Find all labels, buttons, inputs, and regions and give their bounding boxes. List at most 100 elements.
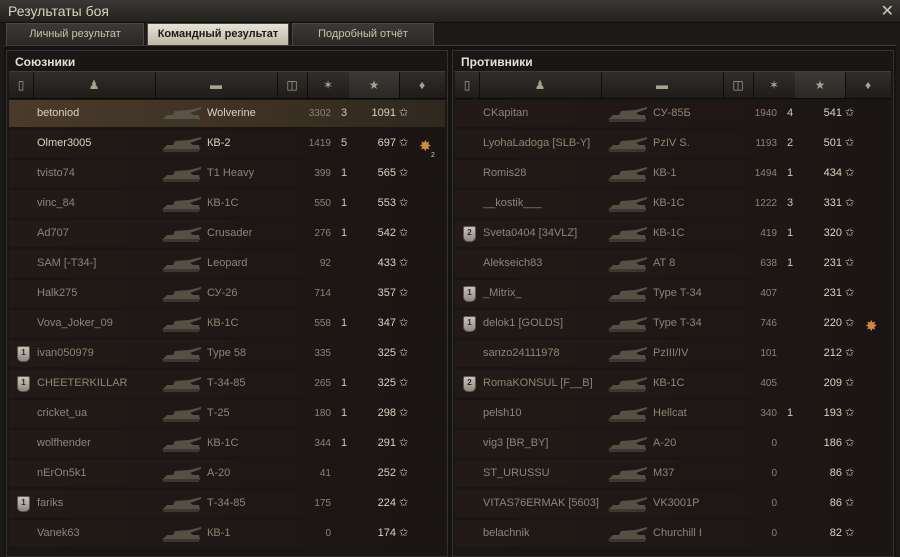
achievement-slot — [417, 100, 439, 127]
player-name: sanzo24111978 — [483, 347, 560, 359]
achievement-slot — [417, 460, 439, 487]
player-name: _Mitrix_ — [483, 287, 522, 299]
star-icon: ✩ — [845, 107, 855, 119]
player-row[interactable]: cricket_ua Т-25 180 1 298 ✩ — [9, 400, 445, 427]
medal-badge — [463, 250, 477, 277]
player-row[interactable]: belachnik Churchill I 0 82 ✩ — [455, 520, 891, 547]
medal-column-icon[interactable]: ▯ — [455, 72, 480, 98]
player-row[interactable]: Romis28 КВ-1 1494 1 434 ✩ — [455, 160, 891, 187]
xp-value: 186 — [823, 437, 842, 449]
achievement-icon[interactable]: ✸ — [419, 133, 432, 157]
player-row[interactable]: wolfhender КВ-1С 344 1 291 ✩ — [9, 430, 445, 457]
star-icon: ✩ — [399, 137, 409, 149]
star-icon: ✩ — [399, 527, 409, 539]
player-row[interactable]: 2 Sveta0404 [34VLZ] КВ-1С 419 1 320 ✩ — [455, 220, 891, 247]
medal-column-icon[interactable]: ▯ — [9, 72, 34, 98]
player-name: wolfhender — [37, 437, 91, 449]
player-name: vig3 [BR_BY] — [483, 437, 549, 449]
achievement-column-icon[interactable]: ♦ — [399, 72, 445, 98]
player-row[interactable]: Halk275 СУ-26 714 357 ✩ — [9, 280, 445, 307]
kills-value — [780, 280, 800, 307]
xp-value: 434 — [823, 167, 842, 179]
class-badge-icon: 2 — [463, 376, 476, 392]
player-row[interactable]: 1 ivan050979 Type 58 335 325 ✩ — [9, 340, 445, 367]
player-name: tvisto74 — [37, 167, 75, 179]
xp-value: 565 — [377, 167, 396, 179]
vehicle-column-icon[interactable]: ▬ — [601, 72, 724, 98]
medal-badge — [463, 520, 477, 547]
player-name: pelsh10 — [483, 407, 522, 419]
player-row[interactable]: sanzo24111978 PzIII/IV 101 212 ✩ — [455, 340, 891, 367]
medal-badge — [463, 400, 477, 427]
close-icon[interactable]: ✕ — [881, 1, 894, 21]
player-row[interactable]: 1 fariks Т-34-85 175 224 ✩ — [9, 490, 445, 517]
player-row[interactable]: 1 delok1 [GOLDS] Type T-34 746 220 ✩ ✸ — [455, 310, 891, 337]
player-row[interactable]: Ad707 Crusader 276 1 542 ✩ — [9, 220, 445, 247]
tab-detailed[interactable]: Подробный отчёт — [292, 23, 434, 45]
xp-value: 224 — [377, 497, 396, 509]
tank-icon — [159, 130, 205, 157]
player-row[interactable]: Alekseich83 AT 8 638 1 231 ✩ — [455, 250, 891, 277]
achievement-slot — [863, 280, 885, 307]
damage-value: 0 — [771, 528, 777, 539]
xp-column-star-icon[interactable]: ★ — [795, 72, 846, 98]
player-row[interactable]: pelsh10 Hellcat 340 1 193 ✩ — [455, 400, 891, 427]
player-name: LyohaLadoga [SLB-Y] — [483, 137, 591, 149]
player-row[interactable]: SAM [-T34-] Leopard 92 433 ✩ — [9, 250, 445, 277]
player-row[interactable]: Vanek63 КВ-1 0 174 ✩ — [9, 520, 445, 547]
achievement-icon[interactable]: ✸ — [865, 313, 878, 337]
achievement-column-icon[interactable]: ♦ — [845, 72, 891, 98]
kills-column-icon[interactable]: ✶ — [307, 72, 350, 98]
player-row[interactable]: 1 _Mitrix_ Type T-34 407 231 ✩ — [455, 280, 891, 307]
player-row[interactable]: CKapitan СУ-85Б 1940 4 541 ✩ — [455, 100, 891, 127]
xp-value: 325 — [377, 377, 396, 389]
kills-value: 1 — [340, 197, 348, 209]
kills-value: 1 — [340, 437, 348, 449]
damage-value: 638 — [760, 258, 777, 269]
damage-value: 175 — [314, 498, 331, 509]
kills-column-icon[interactable]: ✶ — [753, 72, 796, 98]
tab-personal[interactable]: Личный результат — [6, 23, 144, 45]
player-row[interactable]: 1 CHEETERKILLAR Т-34-85 265 1 325 ✩ — [9, 370, 445, 397]
medal-badge — [463, 190, 477, 217]
achievement-slot — [417, 370, 439, 397]
tab-bar: Личный результат Командный результат Под… — [6, 23, 896, 45]
damage-value: 41 — [319, 468, 331, 479]
player-row[interactable]: vinc_84 КВ-1С 550 1 553 ✩ — [9, 190, 445, 217]
player-name: SAM [-T34-] — [37, 257, 97, 269]
star-icon: ✩ — [845, 197, 855, 209]
player-row[interactable]: VITAS76ERMAK [5603] VK3001P 0 86 ✩ — [455, 490, 891, 517]
player-name: betoniod — [37, 107, 80, 119]
achievement-slot — [417, 430, 439, 457]
player-row[interactable]: Vova_Joker_09 КВ-1С 558 1 347 ✩ — [9, 310, 445, 337]
kills-value: 1 — [340, 227, 348, 239]
player-row[interactable]: __kostik___ КВ-1С 1222 3 331 ✩ — [455, 190, 891, 217]
window-title: Результаты боя — [8, 3, 110, 19]
xp-column-star-icon[interactable]: ★ — [349, 72, 400, 98]
kills-value — [334, 250, 354, 277]
vehicle-column-icon[interactable]: ▬ — [155, 72, 278, 98]
xp-value: 501 — [823, 137, 842, 149]
player-row[interactable]: vig3 [BR_BY] А-20 0 186 ✩ — [455, 430, 891, 457]
medal-badge — [17, 190, 31, 217]
damage-column-icon[interactable]: ◫ — [723, 72, 754, 98]
damage-column-icon[interactable]: ◫ — [277, 72, 308, 98]
player-column-icon[interactable]: ♟ — [33, 72, 156, 98]
player-row[interactable]: ST_URUSSU M37 0 86 ✩ — [455, 460, 891, 487]
tank-icon — [605, 400, 651, 427]
achievement-slot — [863, 460, 885, 487]
tab-team[interactable]: Командный результат — [147, 23, 289, 45]
achievement-slot — [417, 160, 439, 187]
achievement-slot: ✸ — [863, 310, 885, 337]
kills-value: 3 — [786, 197, 794, 209]
medal-badge: 1 — [463, 310, 477, 337]
player-row[interactable]: Olmer3005 КВ-2 1419 5 697 ✩ ✸ 2 — [9, 130, 445, 157]
player-row[interactable]: betoniod Wolverine 3302 3 1091 ✩ — [9, 100, 445, 127]
star-icon: ✩ — [845, 437, 855, 449]
player-row[interactable]: 2 RomaKONSUL [F__B] КВ-1С 405 209 ✩ — [455, 370, 891, 397]
kills-value: 5 — [340, 137, 348, 149]
player-column-icon[interactable]: ♟ — [479, 72, 602, 98]
player-row[interactable]: tvisto74 T1 Heavy 399 1 565 ✩ — [9, 160, 445, 187]
player-row[interactable]: nErOn5k1 А-20 41 252 ✩ — [9, 460, 445, 487]
player-row[interactable]: LyohaLadoga [SLB-Y] PzIV S. 1193 2 501 ✩ — [455, 130, 891, 157]
